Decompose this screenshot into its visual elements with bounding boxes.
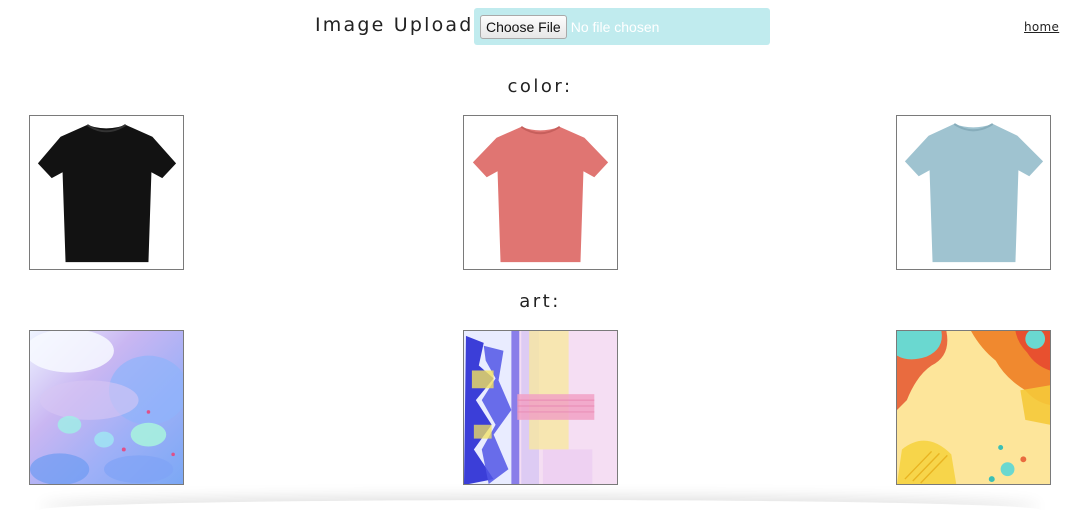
art-section-title: art:	[519, 291, 561, 312]
blue-watercolor-art-image	[30, 331, 183, 484]
color-option-light-blue[interactable]	[896, 115, 1051, 270]
image-upload-label: Image Upload:	[315, 14, 483, 36]
art-option-blue-watercolor[interactable]	[29, 330, 184, 485]
choose-file-button[interactable]: Choose File	[480, 14, 567, 39]
art-option-pink-blue-abstract[interactable]	[463, 330, 618, 485]
color-section-title: color:	[507, 76, 573, 97]
bottom-shadow	[40, 500, 1040, 510]
file-status-text: No file chosen	[570, 18, 660, 35]
light-blue-tshirt-image	[904, 123, 1044, 263]
home-link[interactable]: home	[1024, 20, 1059, 34]
yellow-orange-abstract-art-image	[897, 331, 1050, 484]
color-option-black[interactable]	[29, 115, 184, 270]
file-upload-input[interactable]: Choose File No file chosen	[474, 8, 770, 45]
color-option-coral[interactable]	[463, 115, 618, 270]
black-tshirt-image	[37, 124, 177, 263]
pink-blue-abstract-art-image	[464, 331, 617, 484]
coral-tshirt-image	[472, 126, 609, 263]
page: Image Upload: Choose File No file chosen…	[0, 0, 1080, 510]
art-option-yellow-orange-abstract[interactable]	[896, 330, 1051, 485]
